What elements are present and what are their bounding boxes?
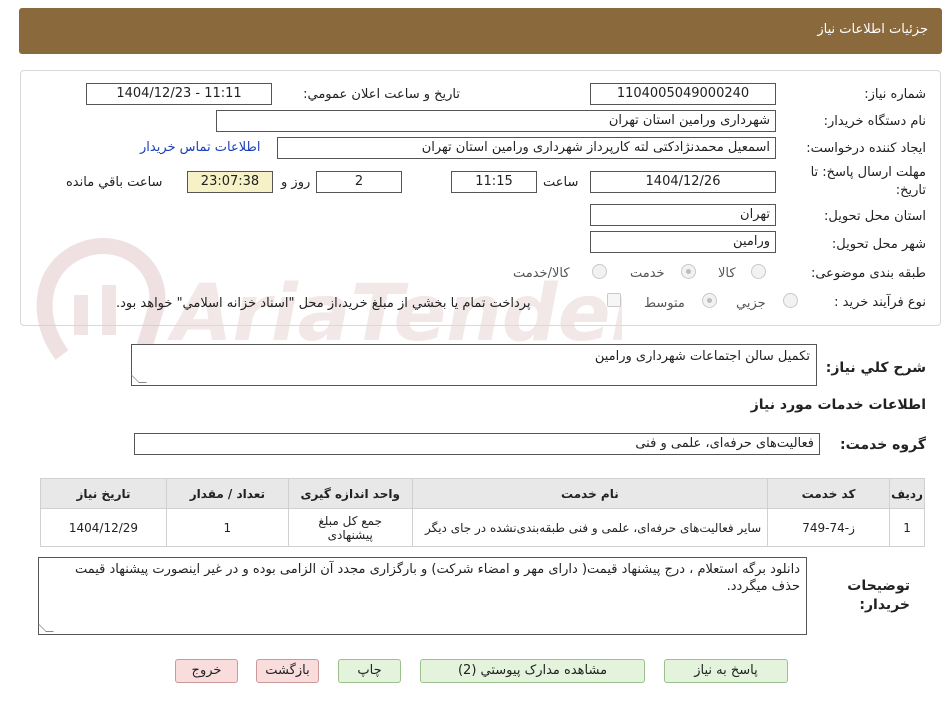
category-option-service: خدمت: [630, 266, 665, 281]
treasury-payment-checkbox[interactable]: [607, 293, 621, 307]
cell-row: 1: [889, 508, 925, 547]
category-label: طبقه بندی موضوعی:: [810, 266, 926, 281]
requester-label: ايجاد کننده درخواست:: [806, 141, 926, 156]
buyer-notes-label-line1: توضيحات: [847, 578, 910, 594]
summary-label: شرح کلي نياز:: [825, 360, 926, 376]
need-number-field[interactable]: 1104005049000240: [590, 83, 776, 105]
service-group-label: گروه خدمت:: [840, 437, 926, 453]
purchase-type-radio-minor[interactable]: [783, 293, 798, 308]
remaining-time-field: 23:07:38: [187, 171, 273, 193]
treasury-payment-note: پرداخت تمام يا بخشي از مبلغ خريد،از محل …: [116, 296, 531, 311]
deadline-days-label: روز و: [281, 175, 311, 190]
buyer-notes-text: دانلود برگه استعلام ، درج پيشنهاد قيمت( …: [74, 562, 800, 594]
category-option-goods-service: کالا/خدمت: [513, 266, 570, 281]
page-header: جزئیات اطلاعات نیاز: [19, 8, 942, 54]
deadline-label-line1: مهلت ارسال پاسخ: تا: [810, 165, 926, 180]
purchase-type-radio-medium[interactable]: [702, 293, 717, 308]
table-row: 1 ز-74-749 ساير فعاليت‌هاى حرفه‌اى، علمى…: [40, 508, 925, 547]
back-button[interactable]: بازگشت: [256, 659, 319, 683]
cell-qty: 1: [165, 508, 289, 547]
cell-unit: جمع کل مبلغ پيشنهادی: [287, 508, 413, 547]
print-button[interactable]: چاپ: [338, 659, 401, 683]
col-header-unit: واحد اندازه گيری: [287, 478, 413, 509]
deadline-time-label: ساعت: [543, 175, 579, 190]
buyer-org-label: نام دستگاه خريدار:: [823, 114, 926, 129]
remaining-time-label: ساعت باقي مانده: [66, 175, 163, 190]
cell-date: 1404/12/29: [40, 508, 167, 547]
col-header-date: تاريخ نياز: [40, 478, 167, 509]
deadline-days-field[interactable]: 2: [316, 171, 402, 193]
buyer-notes-field[interactable]: دانلود برگه استعلام ، درج پيشنهاد قيمت( …: [38, 557, 807, 635]
purchase-type-option-minor: جزيي: [736, 296, 766, 311]
city-field[interactable]: ورامين: [590, 231, 776, 253]
summary-field[interactable]: تکمیل سالن اجتماعات شهرداری ورامين: [131, 344, 817, 386]
category-radio-service[interactable]: [681, 264, 696, 279]
category-option-goods: کالا: [718, 266, 736, 281]
view-attachments-button[interactable]: مشاهده مدارک پيوستي (2): [420, 659, 645, 683]
buyer-org-field[interactable]: شهرداری ورامين استان تهران: [216, 110, 776, 132]
summary-text: تکمیل سالن اجتماعات شهرداری ورامين: [594, 349, 810, 364]
resize-grip-icon[interactable]: [131, 375, 147, 383]
announce-datetime-label: تاریخ و ساعت اعلان عمومي:: [303, 87, 460, 102]
province-label: استان محل تحويل:: [824, 209, 926, 224]
need-number-label: شماره نیاز:: [864, 87, 926, 102]
exit-button[interactable]: خروج: [175, 659, 238, 683]
resize-grip-icon[interactable]: [38, 624, 54, 632]
service-group-field[interactable]: فعاليت‌هاى حرفه‌اى، علمى و فنى: [134, 433, 820, 455]
services-table: رديف کد خدمت نام خدمت واحد اندازه گيری ت…: [40, 478, 925, 547]
announce-datetime-field[interactable]: 1404/12/23 - 11:11: [86, 83, 272, 105]
deadline-time-field[interactable]: 11:15: [451, 171, 537, 193]
services-section-title: اطلاعات خدمات مورد نياز: [750, 397, 926, 413]
col-header-row: رديف: [889, 478, 925, 509]
cell-code: ز-74-749: [767, 508, 891, 547]
deadline-label-line2: تاريخ:: [895, 183, 926, 198]
category-radio-goods-service[interactable]: [592, 264, 607, 279]
requester-field[interactable]: اسمعیل محمدنژادکتی لته کارپرداز شهرداری …: [277, 137, 776, 159]
services-table-header: رديف کد خدمت نام خدمت واحد اندازه گيری ت…: [40, 478, 925, 509]
cell-name: ساير فعاليت‌هاى حرفه‌اى، علمى و فنى طبقه…: [411, 508, 769, 547]
col-header-qty: تعداد / مقدار: [165, 478, 289, 509]
buyer-contact-link[interactable]: اطلاعات تماس خريدار: [140, 140, 260, 155]
col-header-code: کد خدمت: [767, 478, 891, 509]
purchase-type-label: نوع فرآيند خريد :: [834, 295, 926, 310]
city-label: شهر محل تحويل:: [831, 237, 926, 252]
page-title: جزئیات اطلاعات نیاز: [817, 22, 928, 37]
purchase-type-option-medium: متوسط: [644, 296, 685, 311]
col-header-name: نام خدمت: [411, 478, 769, 509]
respond-button[interactable]: پاسخ به نياز: [664, 659, 788, 683]
province-field[interactable]: تهران: [590, 204, 776, 226]
buyer-notes-label-line2: خريدار:: [859, 597, 910, 613]
deadline-date-field[interactable]: 1404/12/26: [590, 171, 776, 193]
category-radio-goods[interactable]: [751, 264, 766, 279]
